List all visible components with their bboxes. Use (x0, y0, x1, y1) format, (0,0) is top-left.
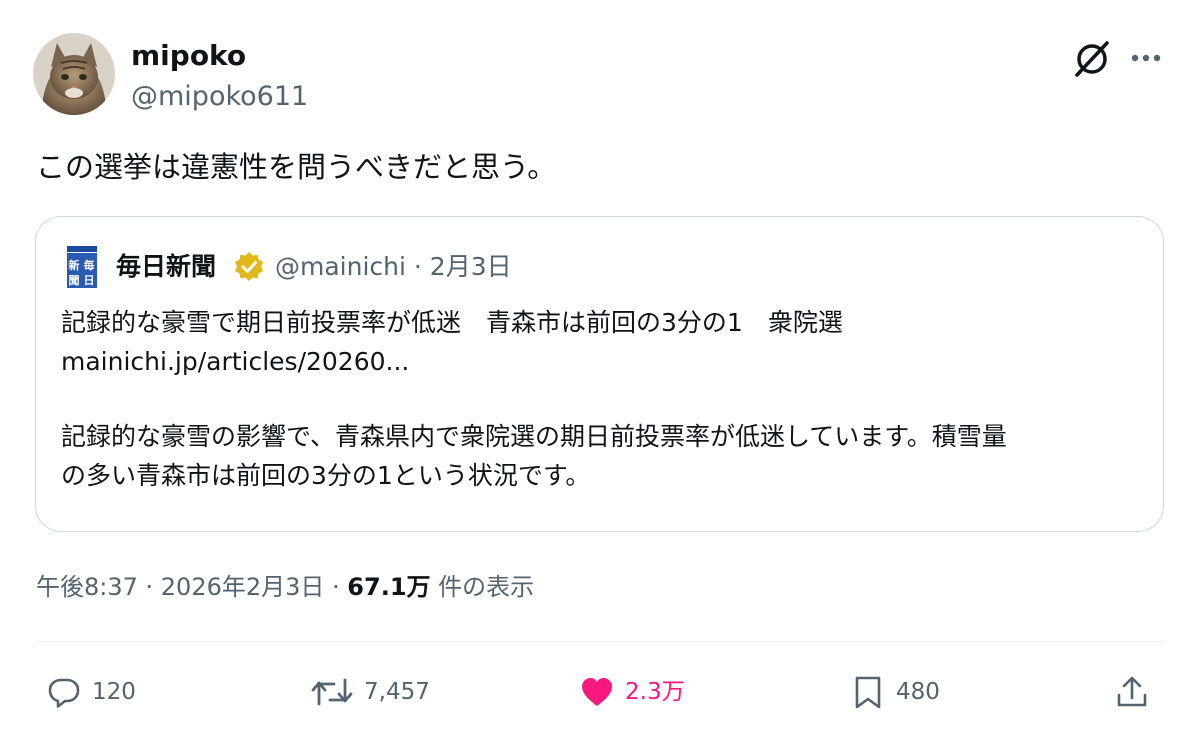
repost-count: 7,457 (364, 679, 430, 705)
like-button[interactable]: 2.3万 (579, 672, 685, 712)
reply-button[interactable]: 120 (46, 672, 136, 712)
tweet-text: この選挙は違憲性を問うべきだと思う。 (36, 150, 557, 184)
quoted-body-line-1: 記録的な豪雪の影響で、青森県内で衆院選の期日前投票率が低迷しています。積雪量 (61, 422, 1007, 451)
mainichi-logo-icon: 新 毎 聞 日 (66, 245, 98, 289)
svg-text:聞: 聞 (69, 274, 80, 287)
svg-text:日: 日 (84, 274, 95, 287)
author-handle[interactable]: @mipoko611 (131, 79, 308, 115)
share-icon (1117, 676, 1147, 707)
bookmark-button[interactable]: 480 (850, 672, 940, 712)
timestamp-text[interactable]: 午後8:37 · 2026年2月3日 · (36, 573, 347, 601)
reply-icon (48, 678, 80, 708)
share-button[interactable] (1114, 672, 1150, 712)
verified-badge-icon (233, 251, 265, 283)
author-name[interactable]: mipoko (131, 38, 246, 74)
divider (35, 641, 1164, 642)
bookmark-count: 480 (896, 679, 940, 705)
svg-text:新: 新 (69, 258, 80, 272)
reply-count: 120 (92, 679, 136, 705)
quoted-tweet-card[interactable]: 新 毎 聞 日 毎日新聞 @mainichi · 2月3日 記録的な豪雪で期日前… (35, 216, 1164, 532)
heart-icon (582, 678, 612, 706)
repost-button[interactable]: 7,457 (310, 672, 430, 712)
repost-icon (311, 678, 353, 706)
like-count: 2.3万 (625, 679, 685, 705)
quoted-author-handle[interactable]: @mainichi (275, 252, 406, 281)
svg-text:毎: 毎 (84, 258, 95, 272)
avatar[interactable] (33, 33, 115, 115)
quoted-author-name[interactable]: 毎日新聞 (116, 249, 216, 285)
quoted-date[interactable]: 2月3日 (430, 252, 512, 281)
quoted-meta: @mainichi · 2月3日 (275, 249, 512, 285)
quoted-body-line-2: の多い青森市は前回の3分の1という状況です。 (61, 461, 591, 490)
views-label: 件の表示 (430, 573, 535, 601)
quoted-headline: 記録的な豪雪で期日前投票率が低迷 青森市は前回の3分の1 衆院選 (61, 308, 843, 337)
more-options-icon[interactable] (1126, 40, 1166, 76)
views-count: 67.1万 (347, 573, 431, 601)
tweet-timestamp: 午後8:37 · 2026年2月3日 · 67.1万 件の表示 (36, 569, 534, 605)
meta-separator: · (405, 252, 430, 281)
quoted-blank-line (61, 381, 1141, 417)
bookmark-icon (855, 676, 881, 709)
grok-icon[interactable] (1071, 38, 1113, 80)
quoted-link[interactable]: mainichi.jp/articles/20260... (61, 342, 1141, 381)
quoted-tweet-text: 記録的な豪雪で期日前投票率が低迷 青森市は前回の3分の1 衆院選 mainich… (61, 303, 1141, 495)
